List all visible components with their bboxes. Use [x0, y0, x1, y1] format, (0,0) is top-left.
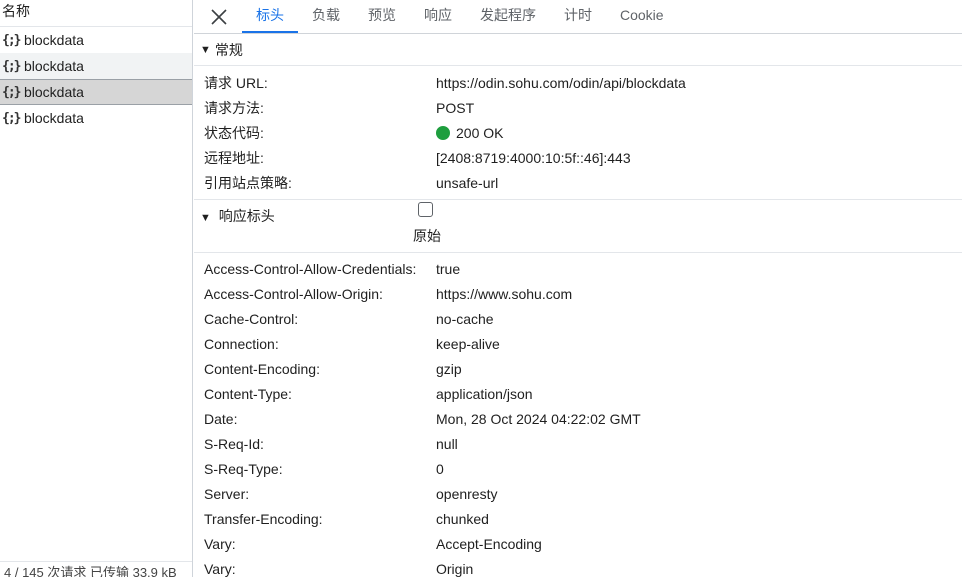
request-summary-status: 4 / 145 次请求 已传输 33.9 kB: [0, 561, 192, 577]
tab-payload[interactable]: 负载: [298, 1, 354, 33]
header-key: Vary:: [204, 560, 236, 577]
header-key: Connection:: [204, 335, 279, 352]
general-section-title: 常规: [214, 41, 243, 58]
header-key: 请求 URL:: [204, 74, 268, 91]
request-name: blockdata: [24, 110, 84, 126]
triangle-down-icon: ▼: [200, 43, 211, 56]
response-header-row: Connection: keep-alive: [194, 331, 962, 356]
tab-response[interactable]: 响应: [410, 1, 466, 33]
tab-cookies[interactable]: Cookie: [606, 1, 678, 33]
response-headers-section: Access-Control-Allow-Credentials: true A…: [194, 253, 962, 577]
request-row[interactable]: {;} blockdata: [0, 105, 192, 131]
details-tabbar: 标头 负载 预览 响应 发起程序 计时 Cookie: [194, 0, 962, 34]
status-ok-icon: [436, 125, 450, 140]
json-icon: {;}: [2, 110, 21, 126]
name-column-header[interactable]: 名称: [0, 0, 192, 27]
header-value: https://odin.sohu.com/odin/api/blockdata: [436, 74, 686, 91]
tab-initiator[interactable]: 发起程序: [466, 1, 550, 33]
header-key: Server:: [204, 485, 250, 502]
request-row[interactable]: {;} blockdata: [0, 53, 192, 79]
status-code-text: 200 OK: [456, 124, 504, 141]
header-value: Mon, 28 Oct 2024 04:22:02 GMT: [436, 410, 641, 427]
request-list-panel: 名称 {;} blockdata {;} blockdata {;} block…: [0, 0, 193, 577]
json-icon: {;}: [2, 32, 21, 48]
header-value: 0: [436, 460, 444, 477]
request-list: {;} blockdata {;} blockdata {;} blockdat…: [0, 27, 192, 131]
header-key: Vary:: [204, 535, 236, 552]
header-key: Access-Control-Allow-Origin:: [204, 285, 383, 302]
request-name: blockdata: [24, 84, 84, 100]
close-icon[interactable]: [207, 5, 231, 29]
json-icon: {;}: [2, 84, 21, 100]
request-name: blockdata: [24, 58, 84, 74]
json-icon: {;}: [2, 58, 21, 74]
general-section: 请求 URL: https://odin.sohu.com/odin/api/b…: [194, 66, 962, 200]
header-value: [2408:8719:4000:10:5f::46]:443: [436, 149, 631, 166]
header-value: Accept-Encoding: [436, 535, 542, 552]
response-header-row: S-Req-Type: 0: [194, 456, 962, 481]
header-value: unsafe-url: [436, 174, 499, 191]
header-value: openresty: [436, 485, 498, 502]
response-header-row: Vary: Accept-Encoding: [194, 531, 962, 556]
triangle-down-icon: ▼: [200, 212, 211, 224]
header-value: POST: [436, 99, 475, 116]
header-value: keep-alive: [436, 335, 500, 352]
header-value: Origin: [436, 560, 474, 577]
raw-checkbox-label[interactable]: 原始: [413, 226, 441, 246]
header-key: 状态代码:: [204, 124, 264, 141]
header-key: Access-Control-Allow-Credentials:: [204, 260, 417, 277]
general-row: 请求 URL: https://odin.sohu.com/odin/api/b…: [194, 70, 962, 95]
header-key: 请求方法:: [204, 99, 264, 116]
request-name: blockdata: [24, 32, 84, 48]
header-key: Content-Encoding:: [204, 360, 320, 377]
header-key: Date:: [204, 410, 238, 427]
tab-timing[interactable]: 计时: [550, 1, 606, 33]
response-header-row: Content-Type: application/json: [194, 381, 962, 406]
response-header-row: Transfer-Encoding: chunked: [194, 506, 962, 531]
general-row: 引用站点策略: unsafe-url: [194, 170, 962, 195]
response-header-row: Date: Mon, 28 Oct 2024 04:22:02 GMT: [194, 406, 962, 431]
response-header-row: Content-Encoding: gzip: [194, 356, 962, 381]
response-header-row: Server: openresty: [194, 481, 962, 506]
header-value: application/json: [436, 385, 533, 402]
response-header-row: Cache-Control: no-cache: [194, 306, 962, 331]
response-header-row: Vary: Origin: [194, 556, 962, 577]
header-key: S-Req-Type:: [204, 460, 283, 477]
header-key: Content-Type:: [204, 385, 292, 402]
response-header-row: Access-Control-Allow-Origin: https://www…: [194, 281, 962, 306]
response-header-row: Access-Control-Allow-Credentials: true: [194, 256, 962, 281]
header-value: null: [436, 435, 458, 452]
details-pane: 标头 负载 预览 响应 发起程序 计时 Cookie ▼ 常规 请求 URL: …: [194, 0, 962, 577]
header-key: 引用站点策略:: [204, 174, 292, 191]
raw-checkbox[interactable]: [418, 202, 433, 217]
header-key: Transfer-Encoding:: [204, 510, 323, 527]
response-headers-header: ▼ 响应标头 原始: [194, 200, 962, 253]
request-row-selected[interactable]: {;} blockdata: [0, 79, 192, 105]
response-header-row: S-Req-Id: null: [194, 431, 962, 456]
header-value: chunked: [436, 510, 489, 527]
header-value: gzip: [436, 360, 462, 377]
header-value: true: [436, 260, 461, 277]
header-key: Cache-Control:: [204, 310, 299, 327]
response-headers-title: 响应标头: [218, 208, 275, 224]
header-value: https://www.sohu.com: [436, 285, 573, 302]
general-row: 请求方法: POST: [194, 95, 962, 120]
general-row: 远程地址: [2408:8719:4000:10:5f::46]:443: [194, 145, 962, 170]
general-section-toggle[interactable]: ▼ 常规: [194, 34, 962, 66]
status-value: 200 OK: [436, 125, 503, 141]
header-key: S-Req-Id:: [204, 435, 264, 452]
header-key: 远程地址:: [204, 149, 264, 166]
response-headers-toggle[interactable]: ▼ 响应标头: [200, 206, 275, 226]
tab-headers[interactable]: 标头: [242, 1, 298, 33]
general-row: 状态代码: 200 OK: [194, 120, 962, 145]
tab-preview[interactable]: 预览: [354, 1, 410, 33]
request-row[interactable]: {;} blockdata: [0, 27, 192, 53]
header-value: no-cache: [436, 310, 494, 327]
